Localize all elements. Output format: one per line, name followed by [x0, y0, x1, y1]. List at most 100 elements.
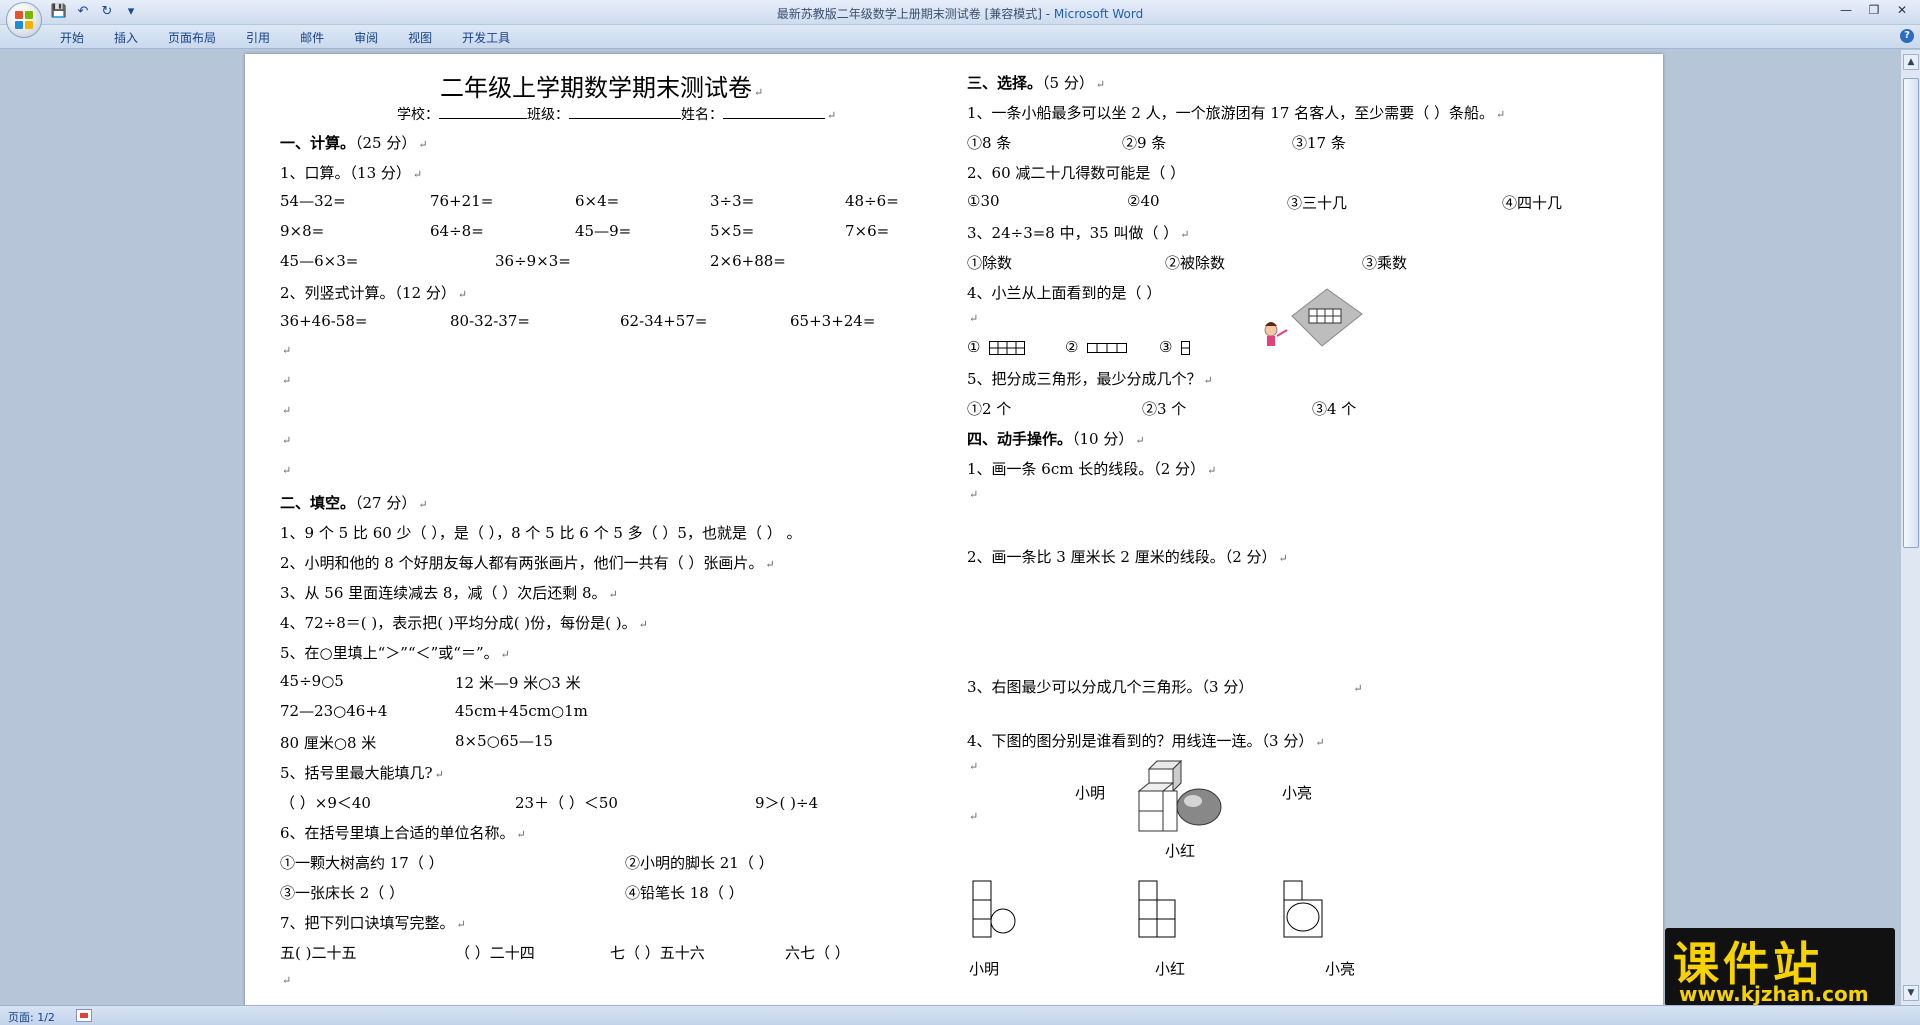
page-counter[interactable]: 页面: 1/2 — [8, 1009, 55, 1025]
compare-item: 12 米—9 米○3 米 — [455, 674, 581, 692]
tab-view[interactable]: 视图 — [408, 29, 432, 46]
s2-q8: 7、把下列口诀填写完整。 ↵ — [280, 914, 466, 932]
scroll-up-icon[interactable]: ▲ — [1903, 54, 1919, 70]
unit-item: ④铅笔长 18（ ） — [625, 884, 744, 902]
problem: 45—9= — [575, 222, 632, 240]
app-name: Microsoft Word — [1053, 7, 1144, 21]
close-icon[interactable]: ✕ — [1888, 0, 1916, 20]
compare-item: 8×5○65—15 — [455, 732, 553, 750]
problem: 6×4= — [575, 192, 620, 210]
option: ①除数 — [967, 254, 1013, 272]
s2-q7: 6、在括号里填上合适的单位名称。 ↵ — [280, 824, 526, 842]
paragraph-mark: ↵ — [282, 974, 292, 987]
problem: 36+46-58= — [280, 312, 368, 330]
s4-q4: 4、下图的图分别是谁看到的？用线连一连。（3 分） ↵ — [967, 732, 1325, 750]
section-4-heading: 四、动手操作。（10 分） ↵ — [967, 430, 1145, 448]
s4-q3: 3、右图最少可以分成几个三角形。（3 分） ↵ — [967, 678, 1363, 696]
tab-developer[interactable]: 开发工具 — [462, 29, 510, 46]
vertical-scrollbar[interactable]: ▲ ▼ — [1900, 50, 1920, 1005]
grid-option-3-icon — [1181, 341, 1190, 355]
scroll-down-icon[interactable]: ▼ — [1903, 985, 1919, 1001]
option: ②9 条 — [1122, 134, 1167, 152]
problem: 36÷9×3= — [495, 252, 571, 270]
calc-row-4: 36+46-58= 80-32-37= 62-34+57= 65+3+24= — [280, 312, 960, 332]
info-line: 学校： 班级： 姓名： ↵ — [397, 107, 837, 123]
s2-q2: 2、小明和他的 8 个好朋友每人都有两张画片，他们一共有（ ）张画片。 ↵ — [280, 554, 775, 572]
watermark-logo: 课件站 www.kjzhan.com — [1665, 928, 1895, 1006]
office-logo-icon — [15, 11, 34, 30]
compare-item: 45cm+45cm○1m — [455, 702, 588, 720]
window-title: 最新苏教版二年级数学上册期末测试卷 [兼容模式] - Microsoft Wor… — [0, 5, 1920, 22]
status-bar: 页面: 1/2 — [0, 1005, 1920, 1025]
tab-mailings[interactable]: 邮件 — [300, 29, 324, 46]
section-3-heading: 三、选择。（5 分） ↵ — [967, 74, 1106, 92]
option: ④四十几 — [1502, 194, 1563, 212]
max-fill-item: （ ）×9＜40 — [280, 794, 371, 812]
maximize-icon[interactable]: ❐ — [1860, 0, 1888, 20]
rhyme-item: 五( )二十五 — [280, 944, 357, 962]
section-2-heading: 二、填空。（27 分） ↵ — [280, 494, 428, 512]
document-page[interactable]: 二年级上学期数学期末测试卷 ↵ 学校： 班级： 姓名： ↵ 一、计算。（25 分） ↵ 1… — [245, 54, 1663, 1014]
s3-a5: ①2 个 ②3 个 ③4 个 — [967, 398, 1567, 418]
unit-item: ③一张床长 2（ ） — [280, 884, 405, 902]
option: ①8 条 — [967, 134, 1012, 152]
tab-insert[interactable]: 插入 — [114, 29, 138, 46]
watermark-url: www.kjzhan.com — [1679, 982, 1869, 1006]
tab-references[interactable]: 引用 — [246, 29, 270, 46]
compare-row-1: 45÷9○5 12 米—9 米○3 米 — [280, 672, 680, 692]
compare-item: 45÷9○5 — [280, 672, 344, 690]
problem: 5×5= — [710, 222, 755, 240]
calc-row-3: 45—6×3= 36÷9×3= 2×6+88= — [280, 252, 960, 272]
name-label-bottom: 小亮 — [1325, 960, 1356, 978]
help-icon[interactable]: ? — [1900, 29, 1914, 43]
doc-title: 二年级上学期数学期末测试卷 ↵ — [440, 74, 764, 102]
paragraph-mark: ↵ — [282, 464, 292, 477]
s4-q1: 1、画一条 6cm 长的线段。（2 分） ↵ — [967, 460, 1217, 478]
option: ②被除数 — [1165, 254, 1226, 272]
option: ①2 个 — [967, 400, 1012, 418]
s3-a1: ①8 条 ②9 条 ③17 条 — [967, 132, 1567, 152]
paragraph-mark: ↵ — [282, 434, 292, 447]
problem: 76+21= — [430, 192, 494, 210]
tab-page-layout[interactable]: 页面布局 — [168, 29, 216, 46]
grid-option-1-icon — [989, 341, 1025, 355]
name-label-bottom: 小红 — [1155, 960, 1186, 978]
document-area: 二年级上学期数学期末测试卷 ↵ 学校： 班级： 姓名： ↵ 一、计算。（25 分） ↵ 1… — [0, 50, 1900, 1014]
compare-item: 80 厘米○8 米 — [280, 734, 377, 752]
paragraph-mark: ↵ — [969, 810, 979, 823]
problem: 9×8= — [280, 222, 325, 240]
paragraph-mark: ↵ — [969, 312, 979, 325]
tab-home[interactable]: 开始 — [60, 29, 84, 46]
macro-record-icon[interactable] — [76, 1009, 92, 1022]
name-label-top: 小明 — [1075, 784, 1106, 802]
paragraph-mark: ↵ — [282, 374, 292, 387]
window-controls: — ❐ ✕ — [1832, 0, 1916, 20]
name-label-top: 小亮 — [1282, 784, 1313, 802]
problem: 45—6×3= — [280, 252, 359, 270]
calc-row-2: 9×8= 64÷8= 45—9= 5×5= 7×6= — [280, 222, 960, 242]
s3-a4: ① ② ③ — [967, 338, 1227, 358]
max-fill-item: 9＞( )÷4 — [755, 794, 819, 812]
office-button[interactable] — [6, 2, 42, 38]
s2-q1: 1、9 个 5 比 60 少（ ），是（ ），8 个 5 比 6 个 5 多（ … — [280, 524, 802, 542]
s1-q2-label: 2、列竖式计算。（12 分） ↵ — [280, 284, 468, 302]
problem: 48÷6= — [845, 192, 899, 210]
option: ③ — [1159, 338, 1173, 356]
calc-row-1: 54—32= 76+21= 6×4= 3÷3= 48÷6= — [280, 192, 960, 212]
problem: 80-32-37= — [450, 312, 530, 330]
compare-row-3: 80 厘米○8 米 8×5○65—15 — [280, 732, 680, 752]
option: ③三十几 — [1287, 194, 1348, 212]
s3-q1: 1、一条小船最多可以坐 2 人，一个旅游团有 17 名客人，至少需要（ ）条船。… — [967, 104, 1506, 122]
unit-row-1: ①一颗大树高约 17（ ） ②小明的脚长 21（ ） — [280, 852, 960, 872]
option: ①30 — [967, 192, 1000, 210]
paragraph-mark: ↵ — [282, 404, 292, 417]
option: ③4 个 — [1312, 400, 1357, 418]
scrollbar-thumb[interactable] — [1903, 78, 1919, 548]
s2-q4: 4、72÷8＝( )，表示把( )平均分成( )份，每份是( )。 ↵ — [280, 614, 648, 632]
option: ②40 — [1127, 192, 1160, 210]
minimize-icon[interactable]: — — [1832, 0, 1860, 20]
tab-review[interactable]: 审阅 — [354, 29, 378, 46]
s1-q1-label: 1、口算。（13 分） ↵ — [280, 164, 423, 182]
problem: 65+3+24= — [790, 312, 876, 330]
s3-q2: 2、60 减二十几得数可能是（ ） — [967, 164, 1186, 182]
